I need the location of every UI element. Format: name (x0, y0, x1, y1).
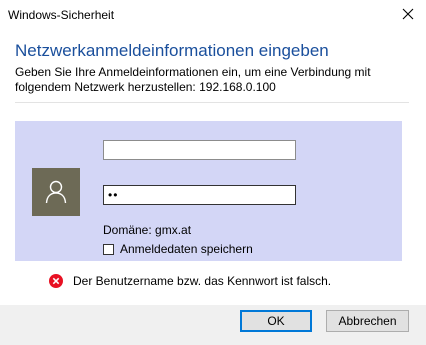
ok-button[interactable]: OK (240, 310, 312, 332)
error-message-row: Der Benutzername bzw. das Kennwort ist f… (49, 273, 331, 289)
password-field[interactable] (103, 185, 296, 205)
error-icon (49, 274, 63, 288)
credential-dialog: Windows-Sicherheit Netzwerkanmeldeinform… (0, 0, 426, 345)
avatar (32, 168, 80, 216)
credential-panel: Domäne: gmx.at Anmeldedaten speichern (15, 121, 402, 261)
close-button[interactable] (398, 4, 418, 24)
close-icon (402, 8, 414, 20)
error-message: Der Benutzername bzw. das Kennwort ist f… (73, 274, 332, 288)
username-field[interactable] (103, 140, 296, 160)
dialog-description: Geben Sie Ihre Anmeldeinformationen ein,… (15, 65, 371, 94)
remember-checkbox-label[interactable]: Anmeldedaten speichern (120, 242, 253, 256)
title-bar: Windows-Sicherheit (0, 0, 426, 30)
remember-checkbox[interactable] (103, 243, 114, 255)
separator (15, 102, 409, 103)
user-icon (45, 180, 67, 204)
dialog-heading: Netzwerkanmeldeinformationen eingeben (15, 41, 329, 60)
cancel-button[interactable]: Abbrechen (326, 310, 409, 332)
window-title: Windows-Sicherheit (8, 8, 115, 22)
domain-label: Domäne: gmx.at (103, 223, 192, 237)
remember-credentials-option[interactable]: Anmeldedaten speichern (103, 241, 253, 257)
